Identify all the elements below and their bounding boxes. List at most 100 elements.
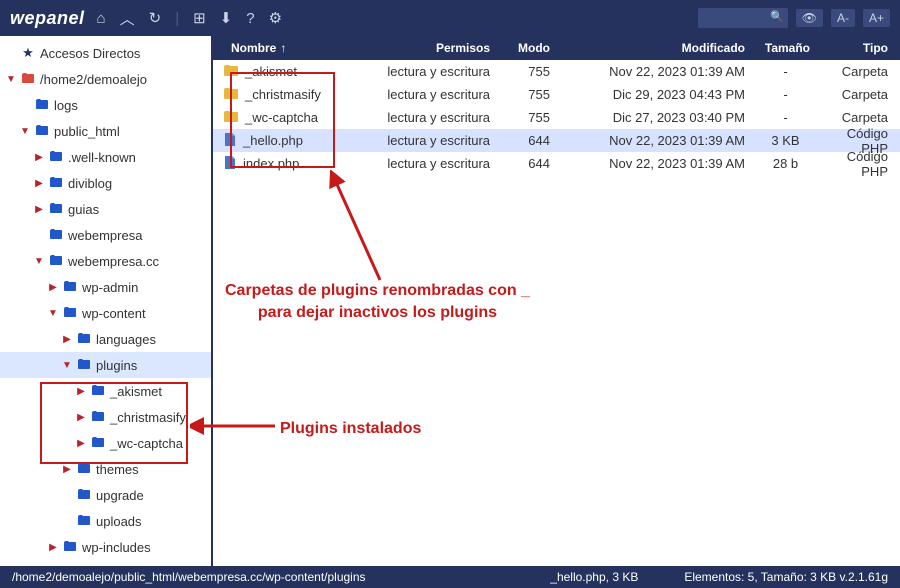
search-icon[interactable]: 🔍	[770, 10, 784, 23]
tree-item-wp-content[interactable]: ▼wp-content	[0, 300, 211, 326]
toggle-icon[interactable]: ▼	[6, 74, 16, 85]
tree-item-uploads[interactable]: uploads	[0, 508, 211, 534]
tree-item--wc-captcha[interactable]: ▶_wc-captcha	[0, 430, 211, 456]
toggle-icon[interactable]: ▶	[34, 204, 44, 215]
tree-item-themes[interactable]: ▶ themes	[0, 456, 211, 482]
folder-icon	[62, 306, 78, 321]
tree-item-label: Accesos Directos	[40, 46, 140, 61]
tree-item-label: _akismet	[110, 384, 162, 399]
th-mode[interactable]: Modo	[498, 36, 558, 60]
tree-item-logs[interactable]: logs	[0, 92, 211, 118]
folder-icon	[223, 110, 239, 126]
file-permissions: lectura y escritura	[378, 133, 498, 148]
file-icon	[223, 132, 237, 150]
toggle-icon[interactable]: ▶	[34, 152, 44, 163]
file-permissions: lectura y escritura	[378, 64, 498, 79]
folder-icon	[48, 202, 64, 217]
folder-icon	[76, 488, 92, 503]
logo: wepanel	[10, 8, 85, 29]
table-row[interactable]: _hello.phplectura y escritura644Nov 22, …	[213, 129, 900, 152]
folder-icon	[90, 384, 106, 399]
toggle-icon[interactable]: ▶	[62, 464, 72, 475]
file-name: _wc-captcha	[245, 110, 318, 125]
font-decrease-button[interactable]: A-	[831, 9, 855, 27]
annotation-text-renamed: Carpetas de plugins renombradas con _ pa…	[225, 280, 530, 325]
tree-item-languages[interactable]: ▶ languages	[0, 326, 211, 352]
tree-item-label: uploads	[96, 514, 142, 529]
tree-item-wp-admin[interactable]: ▶ wp-admin	[0, 274, 211, 300]
toggle-icon[interactable]: ▶	[48, 542, 58, 553]
th-type[interactable]: Tipo	[818, 36, 900, 60]
file-modified: Dic 29, 2023 04:43 PM	[558, 87, 753, 102]
toggle-icon[interactable]: ▶	[76, 412, 86, 423]
folder-icon	[76, 332, 92, 347]
tree-item-webempresa[interactable]: webempresa	[0, 222, 211, 248]
th-name[interactable]: Nombre↑	[213, 36, 378, 60]
toggle-icon[interactable]: ▶	[34, 178, 44, 189]
sort-asc-icon: ↑	[280, 41, 286, 55]
file-permissions: lectura y escritura	[378, 87, 498, 102]
tree-item-guias[interactable]: ▶guias	[0, 196, 211, 222]
tree-item-label: /home2/demoalejo	[40, 72, 147, 87]
tree-item-label: wp-admin	[82, 280, 138, 295]
tree-item--christmasify[interactable]: ▶ _christmasify	[0, 404, 211, 430]
toggle-icon[interactable]: ▶	[48, 282, 58, 293]
download-icon[interactable]: ⬇	[220, 9, 233, 27]
tree-item-upgrade[interactable]: upgrade	[0, 482, 211, 508]
refresh-icon[interactable]: ↻	[149, 9, 162, 27]
tree-item-wp-includes[interactable]: ▶ wp-includes	[0, 534, 211, 560]
folder-icon	[34, 124, 50, 139]
tree-item--well-known[interactable]: ▶ .well-known	[0, 144, 211, 170]
toggle-icon[interactable]: ▶	[76, 438, 86, 449]
th-modified[interactable]: Modificado	[558, 36, 753, 60]
tree-item-label: diviblog	[68, 176, 112, 191]
up-icon[interactable]: ︿	[120, 8, 135, 29]
folder-icon	[62, 280, 78, 295]
tree-item--akismet[interactable]: ▶ _akismet	[0, 378, 211, 404]
tree-item-label: wp-includes	[82, 540, 151, 555]
toggle-icon[interactable]: ▼	[20, 126, 30, 137]
folder-icon	[223, 87, 239, 103]
table-row[interactable]: _akismetlectura y escritura755Nov 22, 20…	[213, 60, 900, 83]
table-row[interactable]: _christmasifylectura y escritura755Dic 2…	[213, 83, 900, 106]
file-type: Carpeta	[818, 64, 900, 79]
tree-item-webempresa-cc[interactable]: ▼webempresa.cc	[0, 248, 211, 274]
folder-icon	[34, 98, 50, 113]
tree-item--home2-demoalejo[interactable]: ▼ /home2/demoalejo	[0, 66, 211, 92]
tree-item-accesos-directos[interactable]: ★Accesos Directos	[0, 40, 211, 66]
th-size[interactable]: Tamaño	[753, 36, 818, 60]
toggle-icon[interactable]: ▶	[62, 334, 72, 345]
sidebar-tree: ★Accesos Directos▼/home2/demoalejologs▼p…	[0, 36, 213, 566]
toggle-icon[interactable]: ▼	[48, 308, 58, 319]
table-row[interactable]: _wc-captchalectura y escritura755Dic 27,…	[213, 106, 900, 129]
toggle-icon[interactable]: ▼	[62, 360, 72, 371]
file-modified: Nov 22, 2023 01:39 AM	[558, 64, 753, 79]
tree-item-plugins[interactable]: ▼ plugins	[0, 352, 211, 378]
table-row[interactable]: index.phplectura y escritura644Nov 22, 2…	[213, 152, 900, 175]
tree-item-label: .well-known	[68, 150, 136, 165]
tree-item-label: logs	[54, 98, 78, 113]
tree-item-label: themes	[96, 462, 139, 477]
file-size: 3 KB	[753, 133, 818, 148]
th-permissions[interactable]: Permisos	[378, 36, 498, 60]
status-path: /home2/demoalejo/public_html/webempresa.…	[12, 570, 504, 584]
status-selected: _hello.php, 3 KB	[504, 570, 684, 584]
topbar: wepanel ⌂ ︿ ↻ | ⊞ ⬇ ? ⚙ 🔍 👁 A- A+	[0, 0, 900, 36]
folder-icon	[90, 410, 106, 425]
file-name: _akismet	[245, 64, 297, 79]
folder-icon	[48, 254, 64, 269]
tree-item-label: _christmasify	[110, 410, 186, 425]
tree-item-label: languages	[96, 332, 156, 347]
toggle-icon[interactable]: ▼	[34, 256, 44, 267]
font-increase-button[interactable]: A+	[863, 9, 890, 27]
file-type: Código PHP	[818, 149, 900, 179]
toggle-icon[interactable]: ▶	[76, 386, 86, 397]
eye-button[interactable]: 👁	[796, 9, 823, 27]
settings-icon[interactable]: ⚙	[269, 9, 282, 27]
tree-item-public-html[interactable]: ▼public_html	[0, 118, 211, 144]
home-icon[interactable]: ⌂	[97, 10, 106, 27]
help-icon[interactable]: ?	[246, 10, 254, 27]
tree-item-label: plugins	[96, 358, 137, 373]
grid-icon[interactable]: ⊞	[193, 9, 206, 27]
tree-item-diviblog[interactable]: ▶ diviblog	[0, 170, 211, 196]
